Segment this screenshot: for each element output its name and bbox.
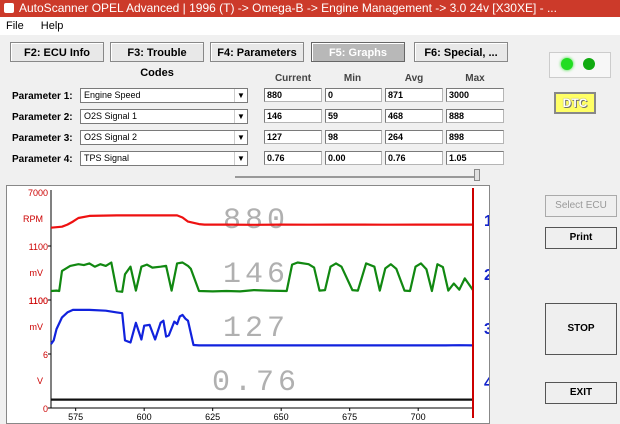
header-avg: Avg <box>404 73 424 84</box>
y-tick-label: 7000 <box>28 188 48 198</box>
series-number: 4 <box>484 375 489 392</box>
series-number: 2 <box>484 267 489 284</box>
series-number: 3 <box>484 321 489 338</box>
chevron-down-icon[interactable]: ▼ <box>234 152 247 165</box>
print-button[interactable]: Print <box>545 227 617 249</box>
y-tick-label: 1100 <box>29 296 48 306</box>
x-tick-label: 600 <box>137 412 152 422</box>
avg-value: 0.76 <box>385 151 443 165</box>
x-tick-label: 625 <box>205 412 220 422</box>
max-value: 898 <box>446 130 504 144</box>
window-titlebar: AutoScanner OPEL Advanced | 1996 (T) -> … <box>0 0 620 17</box>
current-value: 880 <box>264 88 322 102</box>
time-slider-thumb[interactable] <box>474 169 480 181</box>
y-unit-label: mV <box>30 322 44 332</box>
y-tick-label: 0 <box>43 404 48 414</box>
y-unit-label: RPM <box>23 214 43 224</box>
header-max: Max <box>465 73 485 84</box>
x-tick-label: 675 <box>342 412 357 422</box>
avg-value: 264 <box>385 130 443 144</box>
parameter-label: Parameter 1: <box>12 91 73 102</box>
max-value: 1.05 <box>446 151 504 165</box>
x-tick-label: 700 <box>411 412 426 422</box>
header-min: Min <box>343 73 362 84</box>
tab-parameters[interactable]: F4: Parameters <box>210 42 304 62</box>
panel-readout: 146 <box>223 258 289 292</box>
parameter-select-2[interactable]: O2S Signal 1 ▼ <box>80 109 248 124</box>
parameter-select-value: Engine Speed <box>84 90 141 100</box>
menu-help[interactable]: Help <box>41 20 64 32</box>
chevron-down-icon[interactable]: ▼ <box>234 89 247 102</box>
max-value: 888 <box>446 109 504 123</box>
parameter-select-4[interactable]: TPS Signal ▼ <box>80 151 248 166</box>
parameter-select-value: O2S Signal 1 <box>84 111 138 121</box>
status-led-icon <box>561 58 573 70</box>
y-unit-label: mV <box>30 268 44 278</box>
panel-readout: 0.76 <box>212 366 300 400</box>
min-value: 0 <box>325 88 382 102</box>
avg-value: 468 <box>385 109 443 123</box>
panel-readout: 127 <box>223 312 289 346</box>
avg-value: 871 <box>385 88 443 102</box>
parameter-label: Parameter 2: <box>12 112 73 123</box>
tab-graphs[interactable]: F5: Graphs <box>311 42 405 62</box>
parameter-select-value: TPS Signal <box>84 153 130 163</box>
y-tick-label: 6 <box>43 350 48 360</box>
exit-button[interactable]: EXIT <box>545 382 617 404</box>
tab-trouble-codes[interactable]: F3: Trouble Codes <box>110 42 204 79</box>
x-tick-label: 575 <box>68 412 83 422</box>
parameter-label: Parameter 3: <box>12 133 73 144</box>
chevron-down-icon[interactable]: ▼ <box>234 131 247 144</box>
time-slider-track[interactable] <box>235 176 480 178</box>
parameter-select-3[interactable]: O2S Signal 2 ▼ <box>80 130 248 145</box>
min-value: 0.00 <box>325 151 382 165</box>
stop-button[interactable]: STOP <box>545 303 617 355</box>
current-value: 0.76 <box>264 151 322 165</box>
parameter-label: Parameter 4: <box>12 154 73 165</box>
parameter-select-1[interactable]: Engine Speed ▼ <box>80 88 248 103</box>
min-value: 59 <box>325 109 382 123</box>
y-tick-label: 1100 <box>29 242 48 252</box>
series-number: 1 <box>484 213 489 230</box>
status-led-panel <box>549 52 611 78</box>
menu-file[interactable]: File <box>6 20 24 32</box>
tab-special[interactable]: F6: Special, ... <box>414 42 508 62</box>
parameter-select-value: O2S Signal 2 <box>84 132 138 142</box>
y-unit-label: V <box>37 376 43 386</box>
app-icon <box>4 3 14 13</box>
dtc-indicator[interactable]: DTC <box>554 92 596 114</box>
tab-ecu-info[interactable]: F2: ECU Info <box>10 42 104 62</box>
select-ecu-button[interactable]: Select ECU <box>545 195 617 217</box>
header-current: Current <box>274 73 312 84</box>
graph-chart: 8807000RPM11001146mV110021271100mV630.76… <box>23 188 489 422</box>
max-value: 3000 <box>446 88 504 102</box>
current-value: 127 <box>264 130 322 144</box>
window-title: AutoScanner OPEL Advanced | 1996 (T) -> … <box>19 1 557 15</box>
x-tick-label: 650 <box>274 412 289 422</box>
status-led-icon <box>583 58 595 70</box>
menu-bar: File Help <box>0 17 620 35</box>
current-value: 146 <box>264 109 322 123</box>
min-value: 98 <box>325 130 382 144</box>
chevron-down-icon[interactable]: ▼ <box>234 110 247 123</box>
panel-readout: 880 <box>223 204 289 238</box>
graph-panel: 880 7000 RPM 1100 1 146 mV 1100 2 127 1100 mV 6 3 0.76… <box>6 185 490 424</box>
